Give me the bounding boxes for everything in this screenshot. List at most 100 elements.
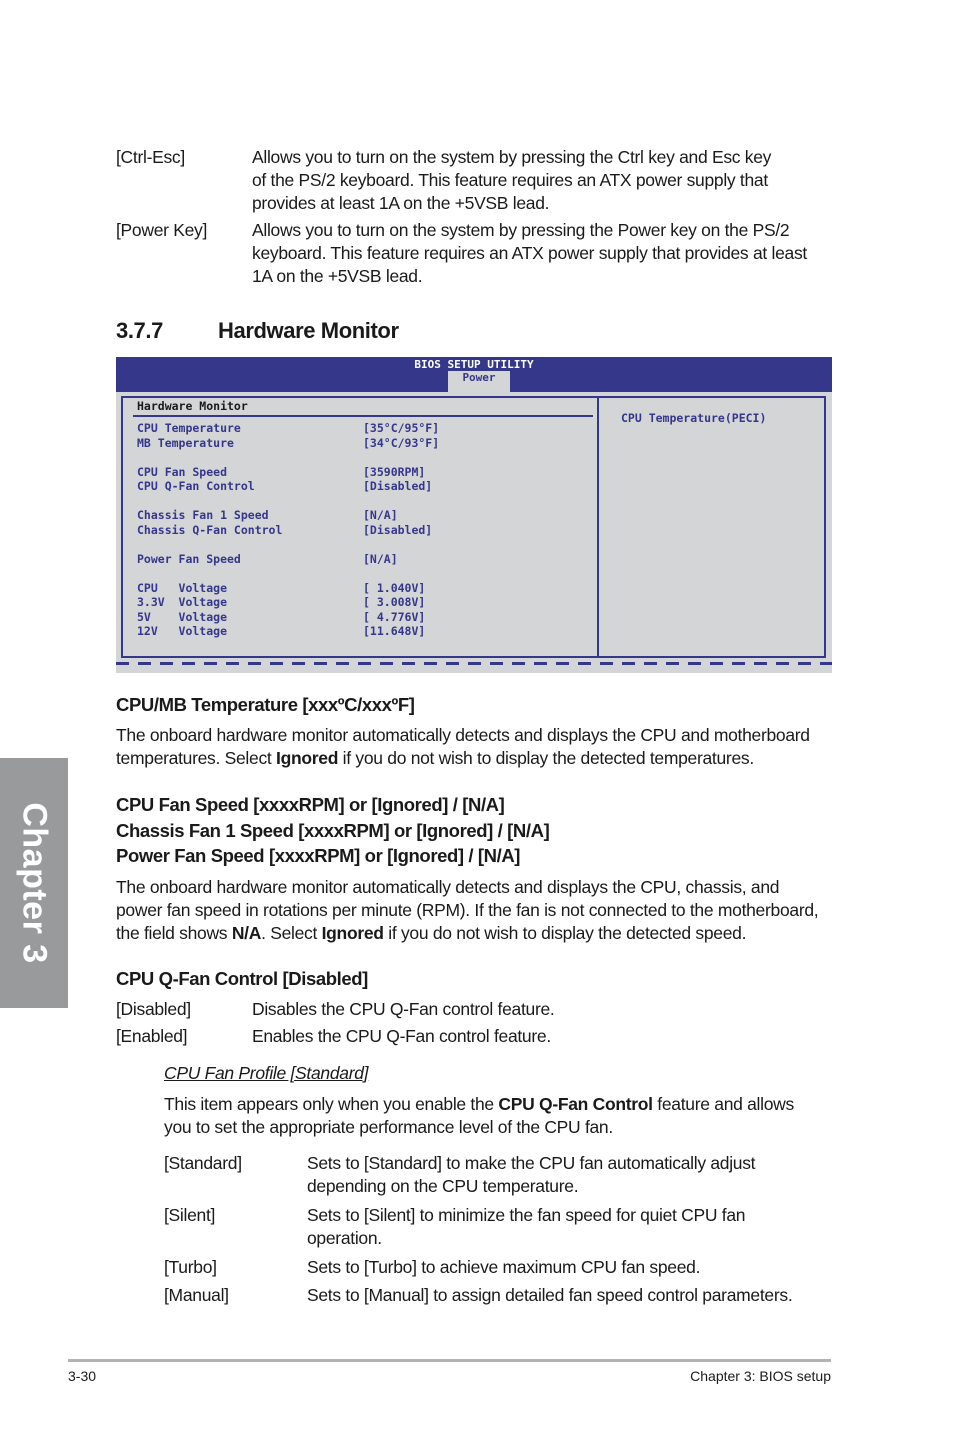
row-value: [N/A] (363, 508, 398, 522)
text: if you do not wish to display the detect… (383, 923, 747, 943)
panel-divider (597, 398, 599, 656)
option-key: [Turbo] (164, 1257, 217, 1277)
bios-title: BIOS SETUP UTILITY (414, 358, 534, 371)
option-description: Allows you to turn on the system by pres… (252, 219, 836, 288)
bios-row-power-fan-speed[interactable]: Power Fan Speed [N/A] (137, 552, 439, 567)
text: if you do not wish to display the detect… (338, 748, 755, 768)
option-key: [Silent] (164, 1205, 216, 1225)
option-row: [Ctrl-Esc] Allows you to turn on the sys… (116, 146, 836, 215)
description-line: Sets to [Standard] to make the CPU fan a… (307, 1153, 756, 1173)
option-description: Allows you to turn on the system by pres… (252, 146, 836, 215)
text: feature and allows (652, 1094, 794, 1114)
bios-row-cpu-qfan-control[interactable]: CPU Q-Fan Control [Disabled] (137, 479, 439, 494)
bios-screen: BIOS SETUP UTILITY Power Hardware Monito… (116, 357, 832, 673)
row-label: CPU Temperature (137, 421, 241, 435)
option-key: [Ctrl-Esc] (116, 147, 185, 167)
row-value: [Disabled] (363, 479, 433, 493)
row-value: [Disabled] (363, 522, 433, 537)
fan-speed-heading: Power Fan Speed [xxxxRPM] or [Ignored] /… (116, 845, 521, 866)
description-line: keyboard. This feature requires an ATX p… (252, 243, 807, 263)
fan-speed-description: The onboard hardware monitor automatical… (116, 876, 836, 945)
description-line: Allows you to turn on the system by pres… (252, 147, 772, 167)
option-description: Sets to [Manual] to assign detailed fan … (307, 1284, 836, 1307)
temperature-heading: CPU/MB Temperature [xxxºC/xxxºF] (116, 694, 415, 715)
bios-row-chassis-qfan-control[interactable]: Chassis Q-Fan Control [Disabled] (137, 523, 439, 538)
paragraph-line: The onboard hardware monitor automatical… (116, 725, 810, 745)
option-key: [Manual] (164, 1285, 229, 1305)
bios-row-5v-voltage[interactable]: 5V Voltage [ 4.776V] (137, 610, 439, 625)
fan-profile-description: This item appears only when you enable t… (164, 1093, 836, 1139)
option-row: [Disabled] Disables the CPU Q-Fan contro… (116, 998, 836, 1021)
bios-row-chassis-fan-speed[interactable]: Chassis Fan 1 Speed [N/A] (137, 508, 439, 523)
footer-chapter-title: Chapter 3: BIOS setup (690, 1368, 831, 1384)
option-description: Sets to [Silent] to minimize the fan spe… (307, 1204, 836, 1250)
bold-text: CPU Q-Fan Control (498, 1094, 653, 1114)
qfan-options-list: [Disabled] Disables the CPU Q-Fan contro… (116, 998, 836, 1052)
row-value: [ 1.040V] (363, 580, 426, 595)
bios-panel-title: Hardware Monitor (137, 399, 248, 413)
row-value: [N/A] (363, 551, 398, 566)
row-label: CPU Fan Speed (137, 464, 228, 479)
description-line: Sets to [Manual] to assign detailed fan … (307, 1285, 793, 1305)
option-row: [Turbo] Sets to [Turbo] to achieve maxim… (164, 1256, 836, 1279)
paragraph-line: The onboard hardware monitor automatical… (116, 877, 780, 897)
tab-power[interactable]: Power (448, 371, 510, 392)
row-value: [ 4.776V] (363, 609, 426, 624)
row-label: 12V Voltage (137, 624, 228, 638)
fan-profile-options-list: [Standard] Sets to [Standard] to make th… (164, 1152, 836, 1311)
bios-row-3v3-voltage[interactable]: 3.3V Voltage [ 3.008V] (137, 595, 439, 610)
row-value: [3590RPM] (363, 464, 426, 479)
bios-settings-list: CPU Temperature [35°C/95°F] MB Temperatur… (137, 421, 439, 639)
chapter-tab-label: Chapter 3 (15, 802, 54, 964)
row-label: CPU Q-Fan Control (137, 479, 255, 493)
option-key: [Power Key] (116, 220, 208, 240)
text: the field shows (116, 923, 232, 943)
description-line: Allows you to turn on the system by pres… (252, 220, 790, 240)
row-label: Power Fan Speed (137, 551, 241, 566)
description-line: depending on the CPU temperature. (307, 1176, 579, 1196)
chapter-side-tab: Chapter 3 (0, 758, 68, 1008)
row-value: [ 3.008V] (363, 595, 426, 609)
description-line: operation. (307, 1228, 382, 1248)
row-label: 3.3V Voltage (137, 595, 228, 609)
bold-text: Ignored (276, 748, 339, 768)
page-number: 3-30 (68, 1368, 97, 1384)
text: This item appears only when you enable t… (164, 1094, 499, 1114)
bios-row-12v-voltage[interactable]: 12V Voltage [11.648V] (137, 624, 439, 639)
text: . Select (261, 923, 322, 943)
footer-rule (68, 1359, 831, 1362)
bios-row-cpu-voltage[interactable]: CPU Voltage [ 1.040V] (137, 581, 439, 596)
fan-speed-headings: CPU Fan Speed [xxxxRPM] or [Ignored] / [… (116, 792, 550, 869)
section-title: Hardware Monitor (218, 318, 399, 343)
bold-text: Ignored (321, 923, 384, 943)
row-label: CPU Voltage (137, 580, 228, 595)
option-description: Sets to [Standard] to make the CPU fan a… (307, 1152, 836, 1198)
option-key: [Disabled] (116, 999, 191, 1019)
power-on-options-list: [Ctrl-Esc] Allows you to turn on the sys… (116, 146, 836, 292)
bios-row-cpu-temperature[interactable]: CPU Temperature [35°C/95°F] (137, 421, 439, 436)
bios-panel: Hardware Monitor CPU Temperature [35°C/95… (121, 396, 826, 658)
description-line: 1A on the +5VSB lead. (252, 266, 423, 286)
option-key: [Standard] (164, 1153, 242, 1173)
row-label: Chassis Q-Fan Control (137, 522, 283, 537)
bios-row-cpu-fan-speed[interactable]: CPU Fan Speed [3590RPM] (137, 465, 439, 480)
fan-speed-heading: CPU Fan Speed [xxxxRPM] or [Ignored] / [… (116, 794, 505, 815)
description-line: Sets to [Turbo] to achieve maximum CPU f… (307, 1257, 701, 1277)
description-line: of the PS/2 keyboard. This feature requi… (252, 170, 768, 190)
option-row: [Standard] Sets to [Standard] to make th… (164, 1152, 836, 1198)
bios-row-mb-temperature[interactable]: MB Temperature [34°C/93°F] (137, 436, 439, 451)
option-row: [Manual] Sets to [Manual] to assign deta… (164, 1284, 836, 1307)
fan-speed-heading: Chassis Fan 1 Speed [xxxxRPM] or [Ignore… (116, 819, 550, 841)
divider (133, 415, 593, 417)
paragraph-line: power fan speed in rotations per minute … (116, 900, 819, 920)
option-key: [Enabled] (116, 1026, 188, 1046)
paragraph-line: This item appears only when you enable t… (164, 1093, 836, 1116)
bold-text: N/A (231, 923, 262, 943)
text: temperatures. Select (116, 748, 277, 768)
option-row: [Silent] Sets to [Silent] to minimize th… (164, 1204, 836, 1250)
option-description: Sets to [Turbo] to achieve maximum CPU f… (307, 1256, 836, 1279)
row-label: 5V Voltage (137, 609, 228, 624)
section-heading: 3.7.7 Hardware Monitor (116, 318, 399, 344)
row-value: [34°C/93°F] (363, 435, 440, 450)
option-row: [Power Key] Allows you to turn on the sy… (116, 219, 836, 288)
